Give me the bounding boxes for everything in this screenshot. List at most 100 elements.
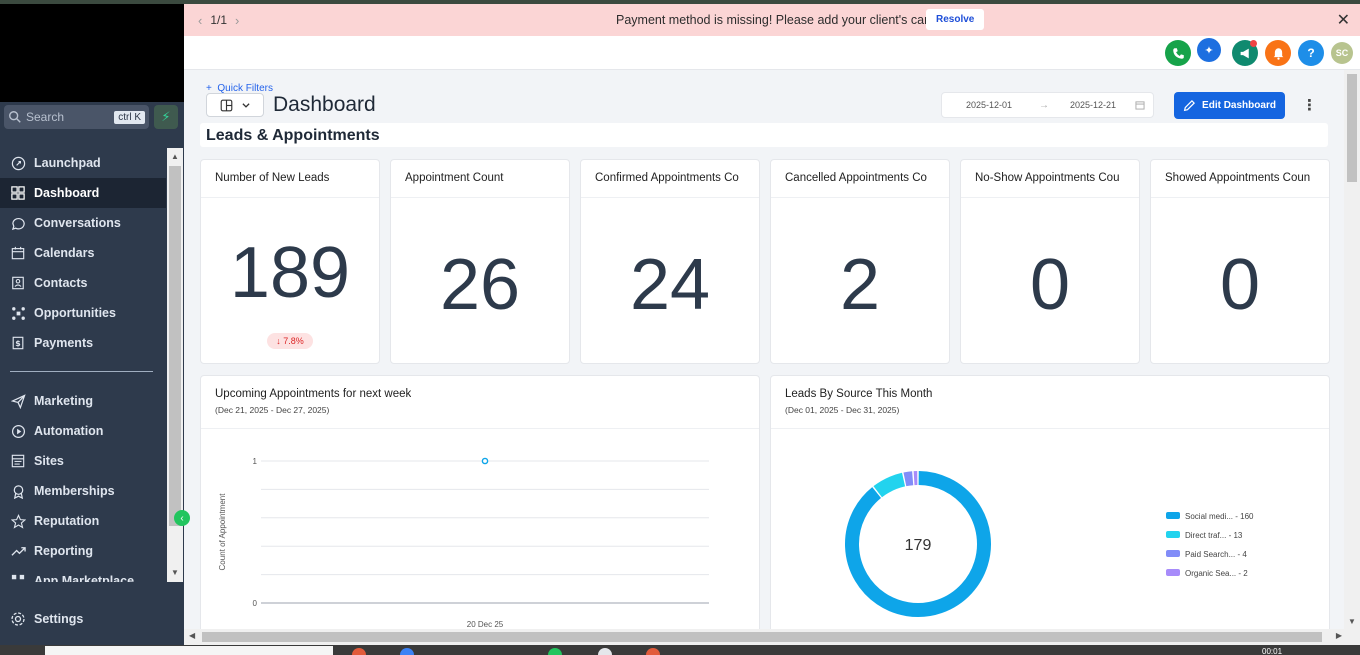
membership-icon bbox=[10, 483, 26, 499]
edit-dashboard-button[interactable]: Edit Dashboard bbox=[1174, 92, 1285, 119]
card-separator bbox=[201, 428, 759, 429]
chart-subtitle: (Dec 01, 2025 - Dec 31, 2025) bbox=[785, 405, 900, 415]
os-taskbar: 00:01 bbox=[0, 645, 1360, 655]
y-tick-label: 1 bbox=[253, 457, 258, 466]
sidebar-item-memberships[interactable]: Memberships bbox=[0, 476, 166, 506]
sidebar-scroll-thumb[interactable] bbox=[169, 166, 181, 526]
stat-card-showed-appointments: Showed Appointments Coun 0 bbox=[1150, 159, 1330, 364]
date-range-picker[interactable]: 2025-12-01 → 2025-12-21 bbox=[941, 92, 1154, 118]
stat-card-title: No-Show Appointments Cou bbox=[975, 172, 1120, 184]
sidebar-item-payments[interactable]: $ Payments bbox=[0, 328, 166, 358]
arrow-right-icon: → bbox=[1039, 99, 1049, 111]
search-placeholder: Search bbox=[26, 110, 65, 124]
leads-by-source-card: Leads By Source This Month (Dec 01, 2025… bbox=[770, 375, 1330, 630]
stat-card-title: Showed Appointments Coun bbox=[1165, 172, 1311, 184]
sidebar-item-dashboard[interactable]: Dashboard bbox=[0, 178, 166, 208]
card-separator bbox=[771, 428, 1329, 429]
phone-button[interactable] bbox=[1165, 40, 1191, 66]
bell-icon bbox=[1273, 47, 1283, 60]
quick-action-button[interactable]: ⚡ bbox=[154, 105, 178, 129]
sidebar-item-automation[interactable]: Automation bbox=[0, 416, 166, 446]
legend-swatch bbox=[1166, 550, 1180, 557]
main-vertical-scrollbar[interactable]: ▼ bbox=[1344, 70, 1360, 630]
payment-alert-banner: ‹ 1/1 › Payment method is missing! Pleas… bbox=[184, 4, 1360, 36]
stat-card-title: Appointment Count bbox=[405, 172, 504, 184]
stat-card-title: Confirmed Appointments Co bbox=[595, 172, 739, 184]
main-horizontal-scrollbar[interactable]: ◀ ▶ bbox=[184, 629, 1360, 645]
apps-icon bbox=[10, 573, 26, 582]
taskbar-search-field[interactable] bbox=[45, 646, 333, 655]
sidebar-item-reporting[interactable]: Reporting bbox=[0, 536, 166, 566]
taskbar-app-icon[interactable] bbox=[646, 648, 660, 655]
sidebar-item-label: Contacts bbox=[34, 276, 88, 290]
gear-icon bbox=[11, 612, 25, 626]
legend-swatch bbox=[1166, 569, 1180, 576]
help-button[interactable]: ? bbox=[1298, 40, 1324, 66]
close-icon[interactable]: ✕ bbox=[1337, 10, 1350, 30]
horizontal-scroll-thumb[interactable] bbox=[202, 632, 1322, 642]
arrow-down-icon: ↓ bbox=[276, 336, 284, 346]
stat-card-title: Cancelled Appointments Co bbox=[785, 172, 927, 184]
stat-card-value: 189 bbox=[229, 233, 351, 313]
scroll-right-icon[interactable]: ▶ bbox=[1336, 631, 1342, 640]
banner-pager-count: 1/1 bbox=[210, 13, 228, 27]
sidebar-item-label: Dashboard bbox=[34, 186, 100, 200]
sidebar-item-label: Conversations bbox=[34, 216, 121, 230]
ai-assist-button[interactable]: ✦ bbox=[1197, 38, 1221, 62]
star-icon bbox=[10, 513, 26, 529]
funnel-icon bbox=[10, 305, 26, 321]
sidebar-item-label: Automation bbox=[34, 424, 104, 438]
banner-message: Payment method is missing! Please add yo… bbox=[616, 13, 939, 27]
sidebar-item-sites[interactable]: Sites bbox=[0, 446, 166, 476]
sidebar-item-label: Settings bbox=[34, 612, 84, 626]
sidebar-item-conversations[interactable]: Conversations bbox=[0, 208, 166, 238]
announcements-button[interactable] bbox=[1232, 40, 1258, 66]
taskbar-app-icon[interactable] bbox=[352, 648, 366, 655]
scroll-down-icon[interactable]: ▼ bbox=[1348, 617, 1356, 626]
taskbar-app-icon[interactable] bbox=[598, 648, 612, 655]
sidebar-collapse-button[interactable]: ‹ bbox=[174, 510, 190, 526]
dashboard-main: + Quick Filters Dashboard 2025-12-01 → 2… bbox=[184, 70, 1344, 630]
stat-card-no-show-appointments: No-Show Appointments Cou 0 bbox=[960, 159, 1140, 364]
leads-by-source-chart: 179 Social medi... - 160 Direct traf... - … bbox=[845, 471, 1254, 617]
svg-text:$: $ bbox=[15, 339, 20, 348]
sidebar-item-opportunities[interactable]: Opportunities bbox=[0, 298, 166, 328]
legend-swatch bbox=[1166, 531, 1180, 538]
scroll-up-icon[interactable]: ▲ bbox=[167, 150, 183, 164]
avatar[interactable]: SC bbox=[1331, 42, 1353, 64]
sidebar-item-marketing[interactable]: Marketing bbox=[0, 386, 166, 416]
avatar-initials: SC bbox=[1335, 48, 1349, 58]
chevron-right-icon[interactable]: › bbox=[235, 13, 239, 28]
scroll-left-icon[interactable]: ◀ bbox=[189, 631, 195, 640]
contacts-icon bbox=[10, 275, 26, 291]
sidebar-item-contacts[interactable]: Contacts bbox=[0, 268, 166, 298]
more-options-icon[interactable]: ⋮ bbox=[1302, 96, 1317, 114]
pie-slice bbox=[903, 471, 914, 487]
sidebar-item-launchpad[interactable]: Launchpad bbox=[0, 148, 166, 178]
date-from: 2025-12-01 bbox=[966, 100, 1013, 110]
sites-icon bbox=[10, 453, 26, 469]
dashboard-switcher[interactable] bbox=[206, 93, 264, 117]
sidebar-item-reputation[interactable]: Reputation bbox=[0, 506, 166, 536]
sidebar-item-settings[interactable]: Settings bbox=[0, 604, 184, 634]
taskbar-app-icon[interactable] bbox=[400, 648, 414, 655]
vertical-scroll-thumb[interactable] bbox=[1347, 74, 1357, 182]
section-title: Leads & Appointments bbox=[206, 127, 380, 144]
notifications-button[interactable] bbox=[1265, 40, 1291, 66]
calendar-icon bbox=[1135, 101, 1145, 110]
notification-dot bbox=[1250, 40, 1257, 47]
scroll-down-icon[interactable]: ▼ bbox=[167, 566, 183, 580]
sidebar-item-app-marketplace[interactable]: App Marketplace bbox=[0, 566, 166, 582]
resolve-button[interactable]: Resolve bbox=[926, 9, 985, 30]
stat-card-value: 2 bbox=[839, 245, 881, 325]
page-title: Dashboard bbox=[273, 93, 376, 116]
chevron-left-icon[interactable]: ‹ bbox=[198, 13, 202, 28]
chart-title: Upcoming Appointments for next week bbox=[215, 388, 412, 400]
sidebar-item-calendars[interactable]: Calendars bbox=[0, 238, 166, 268]
search-box[interactable]: Search ctrl K bbox=[4, 105, 149, 129]
sidebar-item-label: Payments bbox=[34, 336, 94, 350]
section-header: Leads & Appointments bbox=[200, 123, 1328, 147]
taskbar-app-icon[interactable] bbox=[548, 648, 562, 655]
pie-slice bbox=[873, 472, 906, 498]
taskbar-clock: 00:01 bbox=[1262, 647, 1283, 655]
